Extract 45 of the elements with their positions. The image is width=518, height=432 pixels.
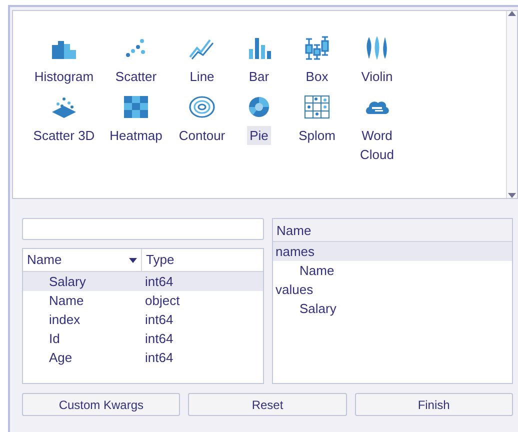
column-name: Id [48,330,61,348]
table-row[interactable]: Salary int64 [23,272,262,291]
scroll-down-icon[interactable] [508,192,516,198]
chart-type-label[interactable]: Splom [296,126,338,145]
action-button[interactable]: Custom Kwargs [22,393,180,416]
chart-type-label[interactable]: Line [186,67,218,86]
scrollbar[interactable] [506,11,517,198]
chart-type-label[interactable]: Heatmap [106,126,166,145]
tree-item[interactable]: names [272,242,512,261]
heatmap-icon[interactable] [122,94,150,120]
column-type: int64 [144,348,174,367]
chart-type-label[interactable]: Scatter [112,67,160,86]
column-header[interactable]: Name [272,219,512,242]
column-type: int64 [144,310,174,329]
scroll-up-icon[interactable] [508,11,516,17]
table-row[interactable]: Id int64 [23,329,262,348]
column-name: Age [48,348,74,367]
column-type: int64 [144,272,174,291]
chart-type-label[interactable]: Bar [246,67,272,86]
chart-type-label[interactable]: Violin [358,67,396,86]
column-name: Name [48,292,85,310]
chart-type-label[interactable]: Histogram [31,67,97,86]
column-type: int64 [144,330,174,348]
contour-icon[interactable] [188,94,216,120]
table-row[interactable]: index int64 [23,310,262,329]
column-name: index [48,310,82,329]
column-type: object [144,292,181,310]
box-plot-icon[interactable] [303,35,331,61]
tree-item[interactable]: Name [272,261,512,280]
column-header[interactable]: Type [141,249,257,271]
chart-type-label[interactable]: Pie [246,126,272,145]
table-row[interactable]: Age int64 [23,348,262,367]
tree-item[interactable]: Salary [272,299,512,318]
search-field[interactable] [22,218,264,240]
chart-type-label[interactable]: Scatter 3D [30,126,98,145]
table-row[interactable]: Name object [23,291,262,310]
column-header[interactable]: Name [23,249,141,271]
action-button[interactable]: Finish [354,393,513,416]
chart-type-label[interactable]: Contour [176,126,228,145]
action-button[interactable]: Reset [188,393,347,416]
chart-type-label[interactable]: Word Cloud [355,126,399,164]
scatter-matrix-icon[interactable] [303,94,331,120]
column-name: Salary [48,272,87,291]
tree-item[interactable]: values [272,280,512,299]
chart-type-label[interactable]: Box [302,67,332,86]
